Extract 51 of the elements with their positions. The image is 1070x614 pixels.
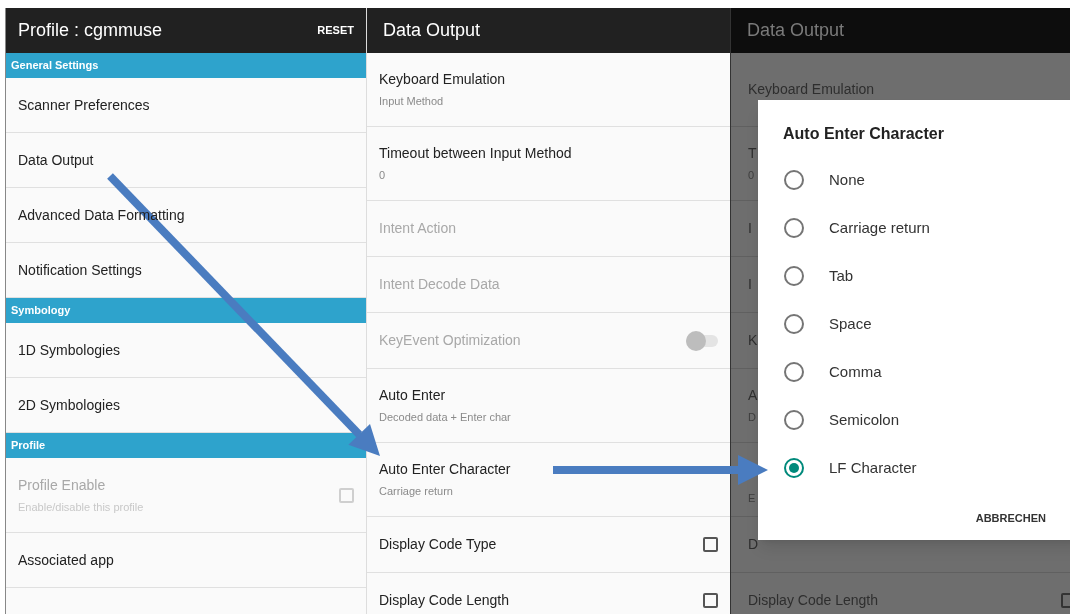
radio-option[interactable]: Tab bbox=[758, 252, 1070, 300]
option-label: Tab bbox=[829, 265, 854, 286]
cancel-button[interactable]: ABBRECHEN bbox=[975, 510, 1046, 527]
row-title: K bbox=[748, 331, 758, 350]
radio-option[interactable]: Space bbox=[758, 300, 1070, 348]
option-label: Semicolon bbox=[829, 409, 900, 430]
row-title: 1D Symbologies bbox=[18, 340, 120, 360]
checkbox[interactable] bbox=[703, 537, 718, 552]
row-title: Auto Enter Character bbox=[379, 460, 511, 480]
row-title: Display Code Type bbox=[379, 535, 497, 554]
row-title: Data Output bbox=[18, 150, 94, 170]
option-label: None bbox=[829, 169, 865, 190]
option-label: Space bbox=[829, 313, 872, 334]
row-title: T bbox=[748, 144, 757, 164]
row-subtitle: Decoded data + Enter char bbox=[379, 410, 511, 426]
row-title: Display Code Length bbox=[748, 591, 878, 610]
row-title: D bbox=[748, 535, 759, 554]
row-subtitle: Carriage return bbox=[379, 484, 454, 500]
row-title: Associated app bbox=[18, 550, 114, 570]
section-header: Symbology bbox=[6, 298, 366, 323]
row-subtitle: Input Method bbox=[379, 94, 445, 110]
row-title: Profile Enable bbox=[18, 475, 107, 495]
screen-title: Data Output bbox=[383, 19, 481, 42]
row-title: Notification Settings bbox=[18, 260, 142, 280]
screen-title: Data Output bbox=[747, 19, 845, 42]
row-title: 2D Symbologies bbox=[18, 395, 120, 415]
row-title: Timeout between Input Method bbox=[379, 144, 572, 164]
row-title: Keyboard Emulation bbox=[748, 80, 875, 99]
row-title: Display Code Length bbox=[379, 591, 509, 610]
row-title: Keyboard Emulation bbox=[379, 70, 506, 90]
radio-option[interactable]: Carriage return bbox=[758, 204, 1070, 252]
radio-option[interactable]: LF Character bbox=[758, 444, 1070, 492]
dialog-title: Auto Enter Character bbox=[782, 124, 945, 144]
option-label: Carriage return bbox=[829, 217, 930, 238]
row-title: A bbox=[748, 386, 758, 406]
radio-option[interactable]: Semicolon bbox=[758, 396, 1070, 444]
row-title: Auto Enter bbox=[379, 386, 447, 406]
checkbox[interactable] bbox=[703, 593, 718, 608]
row-title: Intent Action bbox=[379, 219, 457, 238]
radio-option[interactable]: Comma bbox=[758, 348, 1070, 396]
option-label: LF Character bbox=[829, 457, 917, 478]
row-subtitle: 0 bbox=[379, 168, 387, 184]
section-header: General Settings bbox=[6, 53, 366, 78]
row-title: KeyEvent Optimization bbox=[379, 331, 521, 350]
screen-title: Profile : cgmmuse bbox=[18, 19, 163, 42]
row-title: Scanner Preferences bbox=[18, 95, 150, 115]
reset-button[interactable]: RESET bbox=[317, 22, 354, 39]
row-title: Intent Decode Data bbox=[379, 275, 500, 294]
section-header: Profile bbox=[6, 433, 366, 458]
radio-option[interactable]: None bbox=[758, 156, 1070, 204]
option-label: Comma bbox=[829, 361, 882, 382]
